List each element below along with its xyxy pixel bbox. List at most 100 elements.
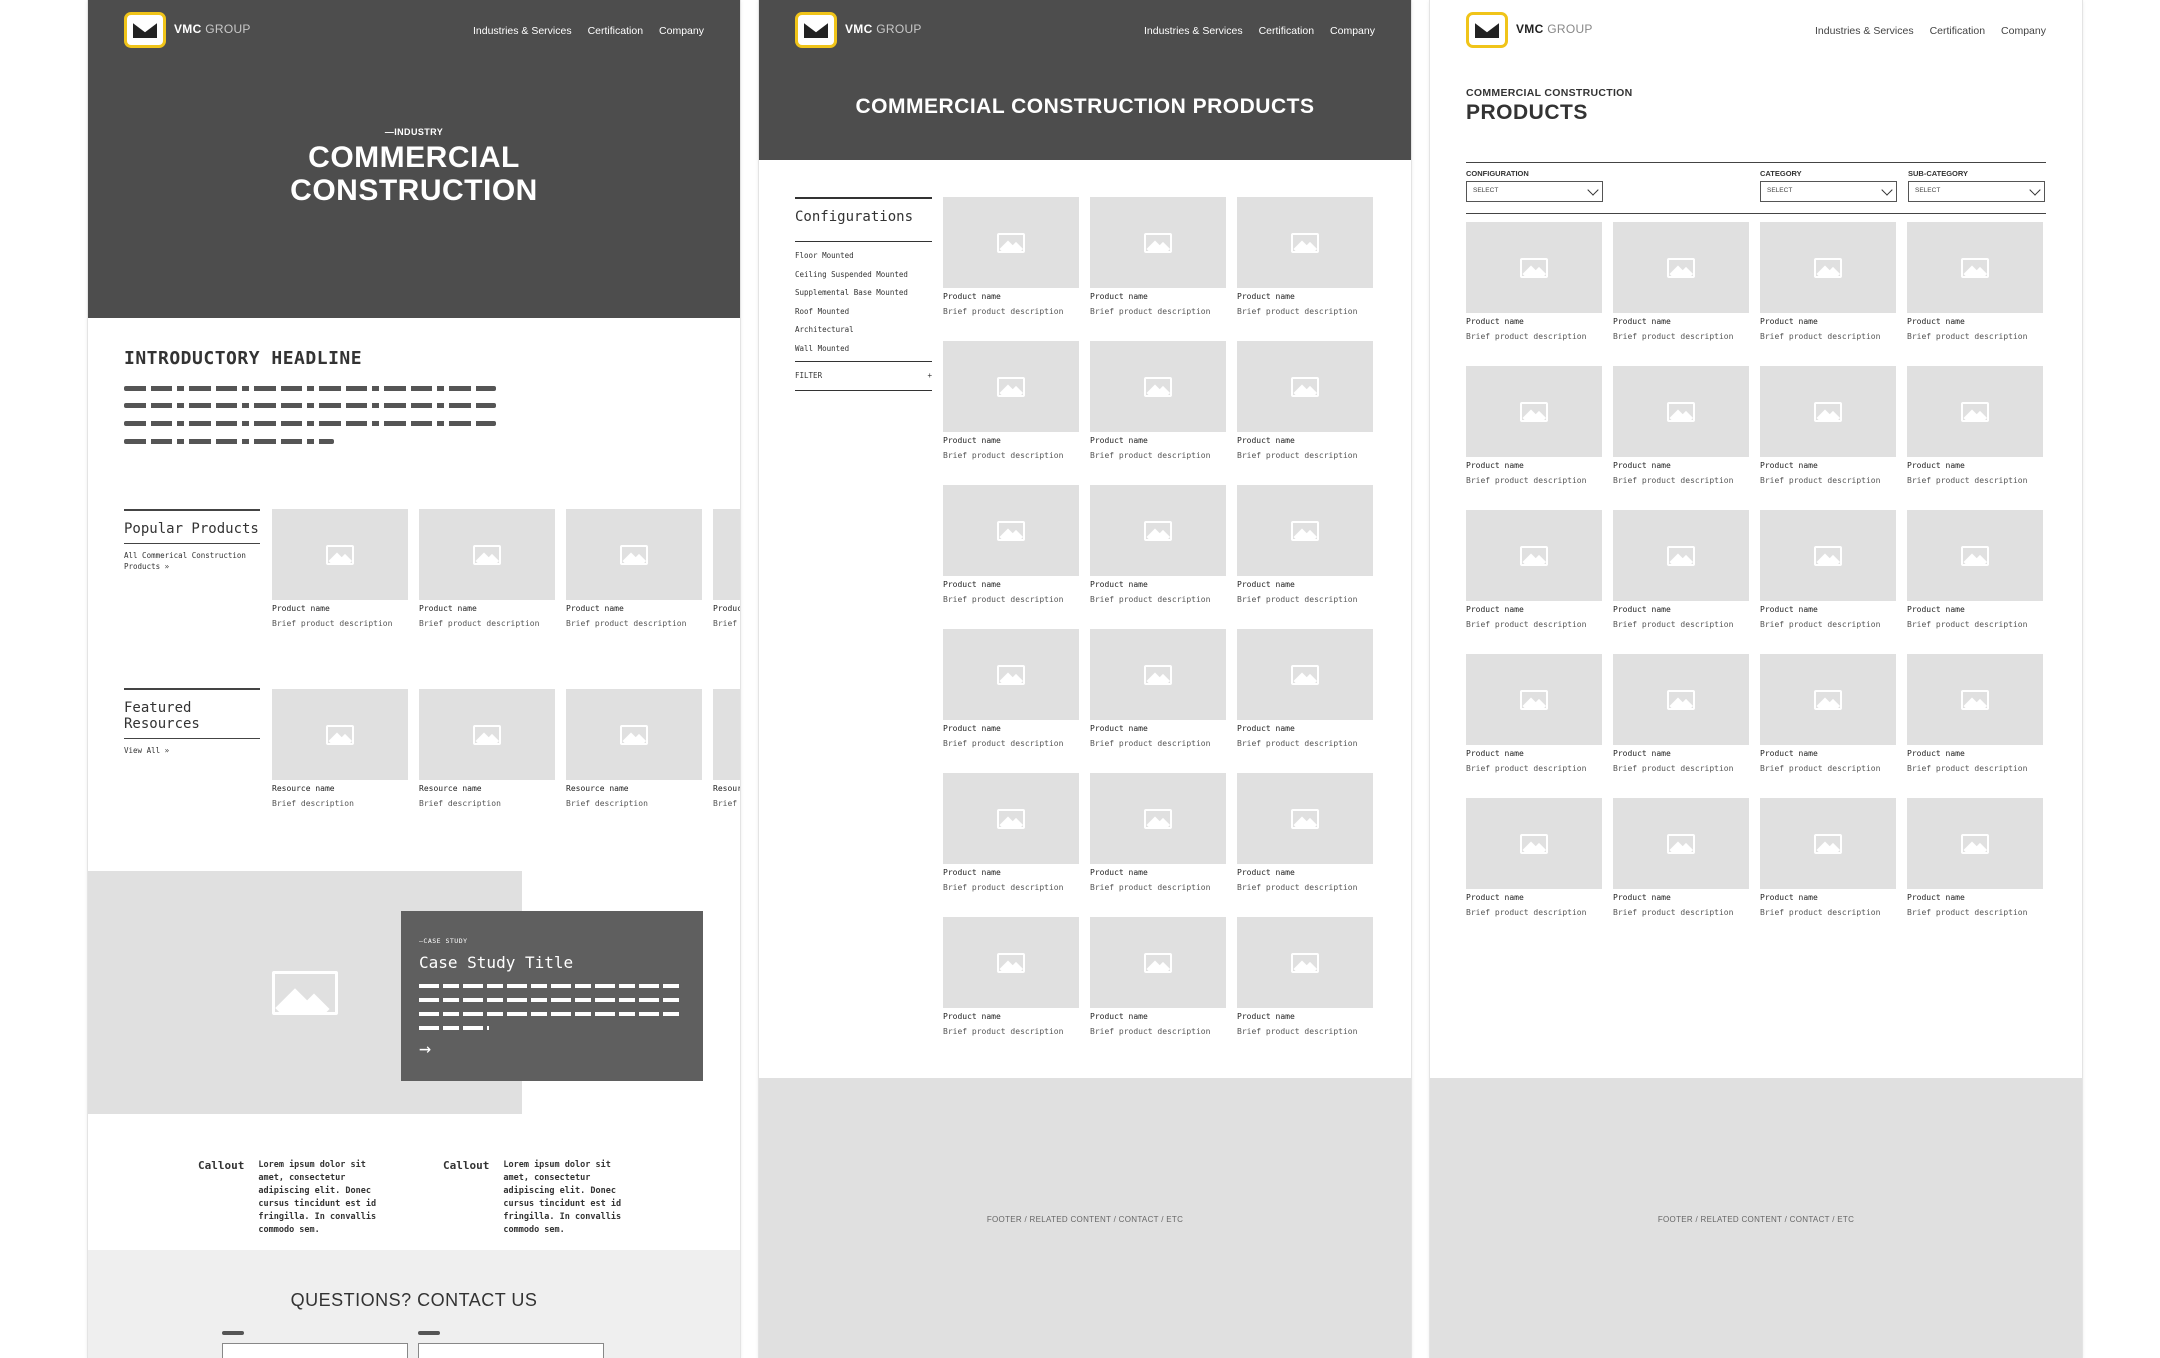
callout-text: Lorem ipsum dolor sit amet, consectetur … (503, 1160, 622, 1235)
product-card[interactable]: Product name Brief product description (1760, 222, 1896, 341)
menu-company[interactable]: Company (1330, 25, 1375, 37)
image-placeholder-icon (1291, 520, 1319, 541)
filter-toggle[interactable]: FILTER + (795, 361, 932, 391)
product-card[interactable]: Product name Brief product description (1237, 917, 1373, 1036)
product-card[interactable]: Product name Brief product description (943, 341, 1079, 460)
product-card[interactable]: Product name Brief product description (1237, 629, 1373, 748)
image-placeholder-icon (272, 970, 338, 1015)
product-card[interactable]: Product name Brief product description (1613, 798, 1749, 917)
product-card[interactable]: Product name Brief product description (1466, 798, 1602, 917)
product-card[interactable]: Product name Brief product description (1760, 798, 1896, 917)
resource-card[interactable]: Resource name Brief description (419, 689, 555, 808)
product-card[interactable]: Product name Brief product description (1090, 773, 1226, 892)
sub-category-select[interactable]: SELECT (1908, 181, 2045, 202)
product-description: Brief product description (1090, 451, 1211, 460)
product-card[interactable]: Product name Brief product description (1760, 366, 1896, 485)
product-card[interactable]: Product name Brief product description (1907, 798, 2043, 917)
product-card[interactable]: Product name Brief product description (1466, 510, 1602, 629)
contact-field[interactable] (222, 1343, 408, 1358)
menu-company[interactable]: Company (659, 25, 704, 37)
configuration-item[interactable]: Ceiling Suspended Mounted (795, 269, 932, 280)
product-card[interactable]: Product name Brief product description (1466, 222, 1602, 341)
logo-icon[interactable] (124, 12, 166, 48)
popular-product-card[interactable]: ProducBrief p (713, 509, 740, 628)
product-card[interactable]: Product name Brief product description (1760, 510, 1896, 629)
configuration-item[interactable]: Roof Mounted (795, 306, 932, 317)
menu-industries[interactable]: Industries & Services (1144, 25, 1243, 37)
product-card[interactable]: Product name Brief product description (1237, 341, 1373, 460)
image-placeholder-icon (1961, 545, 1989, 566)
product-card[interactable]: Product name Brief product description (1237, 485, 1373, 604)
product-card[interactable]: Product name Brief product description (1907, 366, 2043, 485)
menu-certification[interactable]: Certification (588, 25, 643, 37)
product-name: Product name (1466, 317, 1524, 326)
resource-card[interactable]: ResourBrief c (713, 689, 740, 808)
product-card[interactable]: Product name Brief product description (943, 773, 1079, 892)
menu-certification[interactable]: Certification (1259, 25, 1314, 37)
product-card[interactable]: Product name Brief product description (1090, 197, 1226, 316)
product-name: Product name (943, 1012, 1001, 1021)
configuration-item[interactable]: Supplemental Base Mounted (795, 287, 932, 298)
product-description: Brief product description (1237, 1027, 1358, 1036)
view-all-link[interactable]: View All » (124, 745, 260, 756)
image-placeholder-icon (1291, 808, 1319, 829)
logo-icon[interactable] (1466, 12, 1508, 48)
contact-field[interactable] (418, 1343, 604, 1358)
menu-industries[interactable]: Industries & Services (473, 25, 572, 37)
resource-card[interactable]: Resource name Brief description (566, 689, 702, 808)
footer: FOOTER / RELATED CONTENT / CONTACT / ETC (759, 1078, 1411, 1358)
brand-name[interactable]: VMC GROUP (1516, 22, 1593, 36)
arrow-right-icon[interactable]: → (419, 1036, 685, 1060)
popular-product-card[interactable]: Product name Brief product description (272, 509, 408, 628)
product-description: Brief product description (1466, 476, 1587, 485)
configuration-item[interactable]: Floor Mounted (795, 250, 932, 261)
product-card[interactable]: Product name Brief product description (1907, 222, 2043, 341)
resource-card[interactable]: Resource name Brief description (272, 689, 408, 808)
product-card[interactable]: Product name Brief product description (943, 485, 1079, 604)
configuration-item[interactable]: Architectural (795, 324, 932, 335)
product-description: Brief product description (1613, 620, 1734, 629)
product-card[interactable]: Product name Brief product description (1760, 654, 1896, 773)
product-card[interactable]: Product name Brief product description (1090, 485, 1226, 604)
all-products-link[interactable]: All Commerical Construction Products » (124, 550, 260, 572)
product-card[interactable]: Product name Brief product description (1613, 366, 1749, 485)
popular-product-card[interactable]: Product name Brief product description (419, 509, 555, 628)
image-placeholder-icon (1144, 520, 1172, 541)
brand-name[interactable]: VMC GROUP (845, 22, 922, 36)
product-card[interactable]: Product name Brief product description (1090, 341, 1226, 460)
product-card[interactable]: Product name Brief product description (943, 629, 1079, 748)
filter-label-category: CATEGORY (1760, 169, 1802, 178)
product-description: Brief product description (943, 451, 1064, 460)
product-card[interactable]: Product name Brief product description (1907, 510, 2043, 629)
product-card[interactable]: Product name Brief product description (1613, 654, 1749, 773)
product-card[interactable]: Product name Brief product description (1907, 654, 2043, 773)
menu-certification[interactable]: Certification (1930, 25, 1985, 37)
product-description: Brief product description (1907, 620, 2028, 629)
menu-industries[interactable]: Industries & Services (1815, 25, 1914, 37)
chevron-down-icon (2029, 184, 2041, 196)
product-card[interactable]: Product name Brief product description (943, 917, 1079, 1036)
category-select[interactable]: SELECT (1760, 181, 1897, 202)
configuration-item[interactable]: Wall Mounted (795, 343, 932, 354)
menu-company[interactable]: Company (2001, 25, 2046, 37)
product-name: Product name (943, 580, 1001, 589)
image-placeholder-icon (1144, 664, 1172, 685)
product-name: Product name (1907, 749, 1965, 758)
product-card[interactable]: Product name Brief product description (943, 197, 1079, 316)
product-card[interactable]: Product name Brief product description (1237, 773, 1373, 892)
image-placeholder-icon (1814, 401, 1842, 422)
product-card[interactable]: Product name Brief product description (1090, 917, 1226, 1036)
product-description: Brief product description (1613, 476, 1734, 485)
product-card[interactable]: Product name Brief product description (1466, 366, 1602, 485)
product-card[interactable]: Product name Brief product description (1613, 510, 1749, 629)
product-card[interactable]: Product name Brief product description (1090, 629, 1226, 748)
product-card[interactable]: Product name Brief product description (1613, 222, 1749, 341)
configuration-select[interactable]: SELECT (1466, 181, 1603, 202)
popular-product-card[interactable]: Product name Brief product description (566, 509, 702, 628)
product-card[interactable]: Product name Brief product description (1466, 654, 1602, 773)
brand-name[interactable]: VMC GROUP (174, 22, 251, 36)
logo-icon[interactable] (795, 12, 837, 48)
case-study-card[interactable]: —CASE STUDY Case Study Title → (401, 911, 703, 1081)
product-card[interactable]: Product name Brief product description (1237, 197, 1373, 316)
image-placeholder-icon (1144, 952, 1172, 973)
